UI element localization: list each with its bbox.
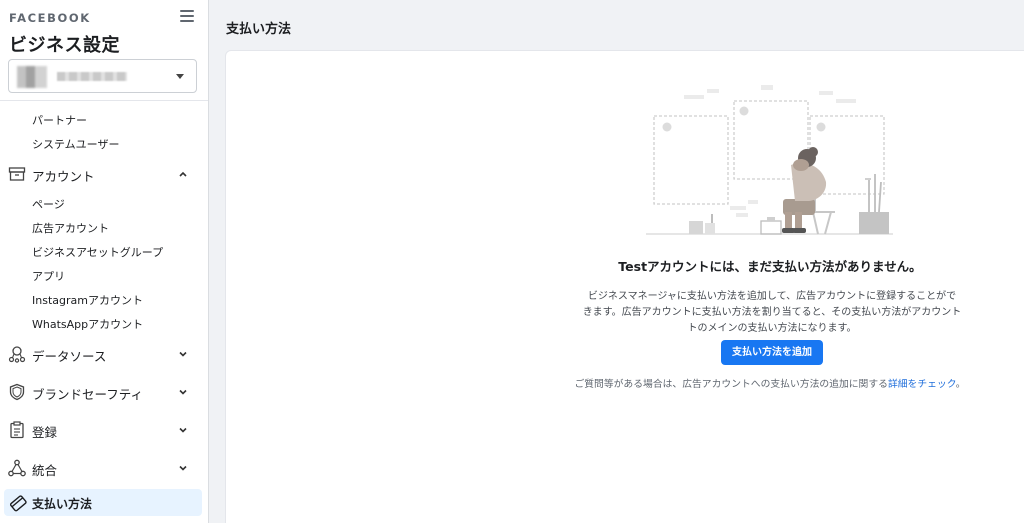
archive-box-icon xyxy=(8,167,26,181)
sidebar-section-label: データソース xyxy=(32,349,107,364)
description-line: ビジネスマネージャに支払い方法を追加して、広告アカウントに登録することがで xyxy=(587,291,957,302)
help-text-prefix: ご質問等がある場合は、広告アカウントへの支払い方法の追加に関する xyxy=(574,379,888,390)
hamburger-icon[interactable] xyxy=(180,10,194,22)
sidebar-divider xyxy=(0,100,208,101)
sidebar-section-brand-safety[interactable]: ブランドセーフティ xyxy=(8,379,202,405)
help-text-suffix: 。 xyxy=(955,379,966,390)
description-line: きます。広告アカウントに支払い方法を割り当てると、その支払い方法がアカウント xyxy=(582,307,962,318)
sidebar-item-whatsapp[interactable]: WhatsAppアカウント xyxy=(32,316,143,332)
description-line: トのメインの支払い方法になります。 xyxy=(687,323,857,334)
clipboard-icon xyxy=(10,421,24,439)
app-title: ビジネス設定 xyxy=(9,35,120,56)
help-text: ご質問等がある場合は、広告アカウントへの支払い方法の追加に関する詳細をチェック。 xyxy=(560,376,980,390)
sidebar-section-label: 登録 xyxy=(32,425,58,440)
chevron-down-icon xyxy=(179,427,187,433)
learn-more-link[interactable]: 詳細をチェック xyxy=(888,379,956,390)
sidebar-item-system-users[interactable]: システムユーザー xyxy=(32,136,119,152)
caret-down-icon xyxy=(176,74,184,79)
sidebar-section-label: ブランドセーフティ xyxy=(32,387,144,402)
data-source-icon xyxy=(8,346,26,363)
credit-card-icon xyxy=(9,495,27,512)
sidebar-section-accounts[interactable]: アカウント xyxy=(8,161,202,187)
sidebar-item-pages[interactable]: ページ xyxy=(32,196,65,212)
integration-icon xyxy=(8,459,26,477)
sidebar: FACEBOOK ビジネス設定 パートナー システムユーザー アカウント ページ… xyxy=(0,0,209,523)
facebook-brand: FACEBOOK xyxy=(9,11,91,25)
sidebar-item-apps[interactable]: アプリ xyxy=(32,268,65,284)
empty-state-description: ビジネスマネージャに支払い方法を追加して、広告アカウントに登録することがで きま… xyxy=(582,289,962,337)
sidebar-item-asset-groups[interactable]: ビジネスアセットグループ xyxy=(32,244,163,260)
shield-icon xyxy=(9,383,25,401)
sidebar-section-integration[interactable]: 統合 xyxy=(8,455,202,481)
content-card xyxy=(225,50,1024,523)
chevron-up-icon xyxy=(179,171,187,177)
chevron-down-icon xyxy=(179,389,187,395)
sidebar-section-data-sources[interactable]: データソース xyxy=(8,341,202,367)
business-avatar xyxy=(17,66,47,88)
chevron-down-icon xyxy=(179,465,187,471)
sidebar-item-label: 支払い方法 xyxy=(32,497,93,511)
page-title: 支払い方法 xyxy=(226,22,292,37)
sidebar-section-registration[interactable]: 登録 xyxy=(8,417,202,443)
chevron-down-icon xyxy=(179,351,187,357)
business-name-blurred xyxy=(57,72,127,81)
sidebar-section-label: アカウント xyxy=(32,169,95,184)
sidebar-item-ad-accounts[interactable]: 広告アカウント xyxy=(32,220,109,236)
sidebar-item-instagram[interactable]: Instagramアカウント xyxy=(32,292,143,308)
sidebar-item-partners[interactable]: パートナー xyxy=(32,112,87,128)
sidebar-section-label: 統合 xyxy=(32,463,58,478)
add-payment-method-button[interactable]: 支払い方法を追加 xyxy=(721,340,823,365)
empty-state-title: Testアカウントには、まだ支払い方法がありません。 xyxy=(618,259,922,274)
empty-state-illustration-icon xyxy=(646,85,893,235)
sidebar-item-payment-methods[interactable]: 支払い方法 xyxy=(4,489,202,516)
business-selector[interactable] xyxy=(8,59,197,93)
